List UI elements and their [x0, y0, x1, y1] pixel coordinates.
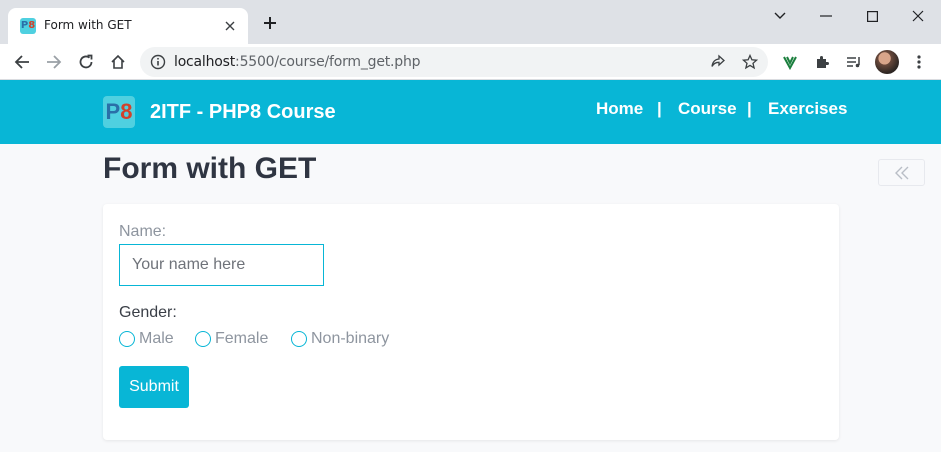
address-bar[interactable]: localhost:5500/course/form_get.php — [140, 47, 768, 77]
back-arrow-icon[interactable] — [8, 48, 36, 76]
page-title: Form with GET — [103, 152, 317, 185]
maximize-icon[interactable] — [858, 4, 886, 28]
tab-search-icon[interactable] — [766, 4, 794, 28]
nav-separator: | — [747, 99, 752, 118]
new-tab-button[interactable] — [258, 12, 282, 36]
profile-avatar[interactable] — [875, 50, 899, 74]
nav-home[interactable]: Home — [596, 99, 643, 119]
radio-male[interactable]: Male — [119, 329, 174, 349]
media-queue-icon[interactable] — [842, 50, 866, 74]
site-brand[interactable]: 2ITF - PHP8 Course — [150, 101, 336, 124]
site-logo[interactable]: P8 — [103, 96, 135, 128]
site-header: P8 2ITF - PHP8 Course Home | Course | Ex… — [0, 80, 941, 144]
reload-icon[interactable] — [72, 48, 100, 76]
radio-non-binary[interactable]: Non-binary — [291, 329, 389, 349]
extensions-puzzle-icon[interactable] — [810, 50, 834, 74]
radio-label: Female — [215, 330, 269, 347]
radio-label: Non-binary — [311, 330, 390, 347]
double-chevron-left-icon — [894, 166, 908, 179]
nav-separator: | — [657, 99, 662, 118]
form-card: Name: Gender: Male Female Non-binary Sub… — [103, 204, 839, 440]
browser-tabstrip: P8 Form with GET — [0, 0, 941, 44]
share-icon[interactable] — [709, 53, 727, 71]
radio-female[interactable]: Female — [195, 329, 268, 349]
submit-button[interactable]: Submit — [119, 366, 189, 408]
back-button[interactable] — [878, 159, 925, 186]
bookmark-star-icon[interactable] — [741, 53, 759, 71]
radio-circle[interactable] — [119, 331, 135, 347]
radio-label: Male — [139, 330, 174, 347]
radio-circle[interactable] — [195, 331, 211, 347]
name-label: Name: — [119, 223, 167, 240]
nav-course[interactable]: Course — [678, 99, 737, 119]
close-window-icon[interactable] — [904, 4, 932, 28]
minimize-icon[interactable] — [812, 4, 840, 28]
forward-arrow-icon[interactable] — [40, 48, 68, 76]
url-text: localhost:5500/course/form_get.php — [174, 54, 421, 70]
nav-exercises[interactable]: Exercises — [768, 99, 847, 119]
browser-tab[interactable]: P8 Form with GET — [8, 8, 248, 44]
extension-vue-icon[interactable] — [778, 50, 802, 74]
radio-circle[interactable] — [291, 331, 307, 347]
favicon-icon: P8 — [20, 18, 36, 34]
close-tab-icon[interactable] — [220, 16, 240, 36]
more-menu-icon[interactable] — [907, 50, 931, 74]
site-info-icon[interactable] — [150, 54, 166, 70]
tab-title: Form with GET — [44, 18, 132, 32]
gender-label: Gender: — [119, 304, 177, 321]
name-input[interactable] — [119, 244, 324, 286]
browser-toolbar: localhost:5500/course/form_get.php — [0, 44, 941, 80]
home-icon[interactable] — [104, 48, 132, 76]
